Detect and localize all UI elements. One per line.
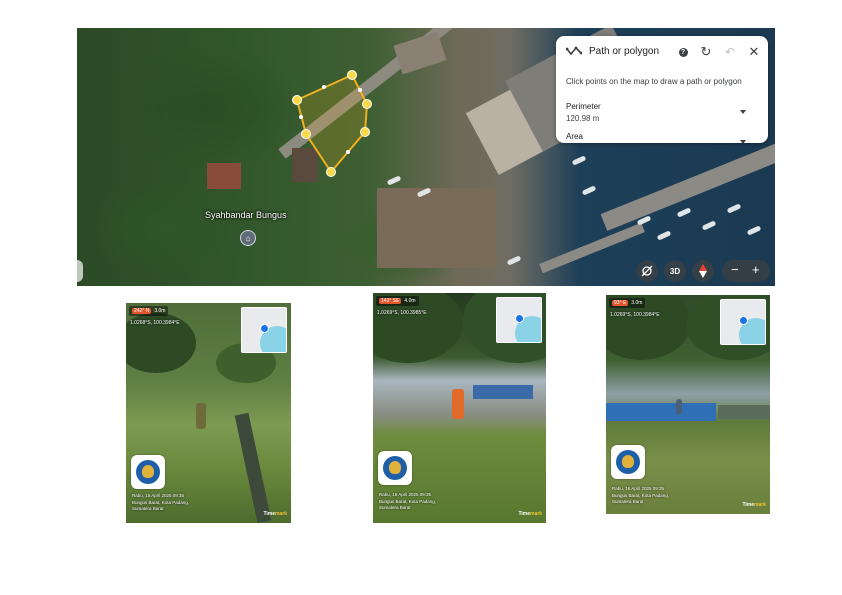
photo-stamp-bar: 242° N 3.0m <box>129 306 169 316</box>
photo-coordinates: 1.0269°S, 100.3985°E <box>377 310 427 316</box>
polygon-vertex[interactable] <box>326 167 336 177</box>
agency-logo <box>131 455 165 489</box>
map-pin-icon <box>260 324 269 333</box>
polygon-vertex[interactable] <box>347 70 357 80</box>
altitude-text: 3.0m <box>631 300 643 306</box>
polygon-vertex[interactable] <box>360 127 370 137</box>
photo-worker <box>676 399 682 415</box>
zoom-in-button[interactable]: + <box>752 262 760 278</box>
photo-minimap <box>241 307 287 353</box>
close-icon[interactable]: ✕ <box>747 45 761 59</box>
timemark-logo: Timemark <box>742 502 766 508</box>
location-off-button[interactable] <box>636 260 658 282</box>
panel-header: Path or polygon ? ↻ ↶ ✕ <box>556 36 768 66</box>
photo-ditch <box>234 412 272 523</box>
photo-minimap <box>496 297 542 343</box>
photo-worker <box>452 389 464 419</box>
undo-icon[interactable]: ↶ <box>723 45 737 59</box>
panel-title: Path or polygon <box>589 46 660 57</box>
panel-instruction: Click points on the map to draw a path o… <box>566 77 742 86</box>
polygon-vertex[interactable] <box>292 95 302 105</box>
photo-fence <box>606 403 716 421</box>
reset-icon[interactable]: ↻ <box>699 45 713 59</box>
map-pin-icon <box>739 316 748 325</box>
government-building-icon[interactable]: ⌂ <box>240 230 256 246</box>
geotagged-photo: 93° E 3.0m 1.0269°S, 100.3984°E Rabu, 16 … <box>606 295 770 514</box>
geotagged-photo: 143° SE 4.0m 1.0269°S, 100.3985°E Rabu, 1… <box>373 293 546 523</box>
area-units-dropdown-icon[interactable] <box>740 140 746 143</box>
timemark-logo: Timemark <box>263 511 287 517</box>
polygon-vertex[interactable] <box>301 129 311 139</box>
location-off-icon <box>641 265 653 277</box>
polygon-midpoint[interactable] <box>322 85 326 89</box>
photo-wall <box>718 405 770 419</box>
satellite-map[interactable]: Syahbandar Bungus ⌂ Path or polygon ? ↻ … <box>77 28 775 286</box>
map-pin-icon <box>515 314 524 323</box>
heading-badge: 93° E <box>612 300 629 306</box>
altitude-text: 3.0m <box>154 308 166 314</box>
compass-icon <box>699 264 707 278</box>
polygon-vertex[interactable] <box>362 99 372 109</box>
photo-worker <box>196 403 206 429</box>
help-icon[interactable]: ? <box>676 45 690 59</box>
perimeter-value: 120.98 m <box>566 114 600 123</box>
polygon-shape[interactable] <box>295 73 369 174</box>
perimeter-label: Perimeter <box>566 102 601 111</box>
photo-shed <box>473 385 533 399</box>
photo-caption: Rabu, 16 April 2025 09:35 Bungus Barat, … <box>132 493 190 511</box>
area-label: Area <box>566 132 583 141</box>
photo-coordinates: 1.0269°S, 100.3984°E <box>610 312 660 318</box>
timemark-logo: Timemark <box>518 511 542 517</box>
altitude-text: 4.0m <box>404 298 416 304</box>
path-polygon-panel: Path or polygon ? ↻ ↶ ✕ Click points on … <box>556 36 768 143</box>
agency-logo <box>378 451 412 485</box>
photo-caption: Rabu, 16 April 2025 09:35 Bungus Barat, … <box>379 492 437 510</box>
three-d-button[interactable]: 3D <box>664 260 686 282</box>
photo-coordinates: 1.0268°S, 100.3984°E <box>130 320 180 326</box>
zoom-out-button[interactable]: − <box>731 263 739 277</box>
compass-button[interactable] <box>692 260 714 282</box>
heading-badge: 242° N <box>132 308 152 314</box>
agency-logo <box>611 445 645 479</box>
side-panel-toggle[interactable] <box>77 260 83 282</box>
polygon-midpoint[interactable] <box>346 150 350 154</box>
zoom-control: − + <box>722 260 770 282</box>
heading-badge: 143° SE <box>379 298 402 304</box>
photo-stamp-bar: 143° SE 4.0m <box>376 296 419 306</box>
polygon-midpoint[interactable] <box>358 88 362 92</box>
photo-caption: Rabu, 16 April 2025 09:35 Bungus Barat, … <box>612 486 670 504</box>
perimeter-units-dropdown-icon[interactable] <box>740 110 746 114</box>
place-label[interactable]: Syahbandar Bungus <box>205 210 287 220</box>
photo-minimap <box>720 299 766 345</box>
photo-stamp-bar: 93° E 3.0m <box>609 298 646 308</box>
geotagged-photo: 242° N 3.0m 1.0268°S, 100.3984°E Rabu, 16… <box>126 303 291 523</box>
path-icon <box>566 46 582 56</box>
polygon-midpoint[interactable] <box>299 115 303 119</box>
